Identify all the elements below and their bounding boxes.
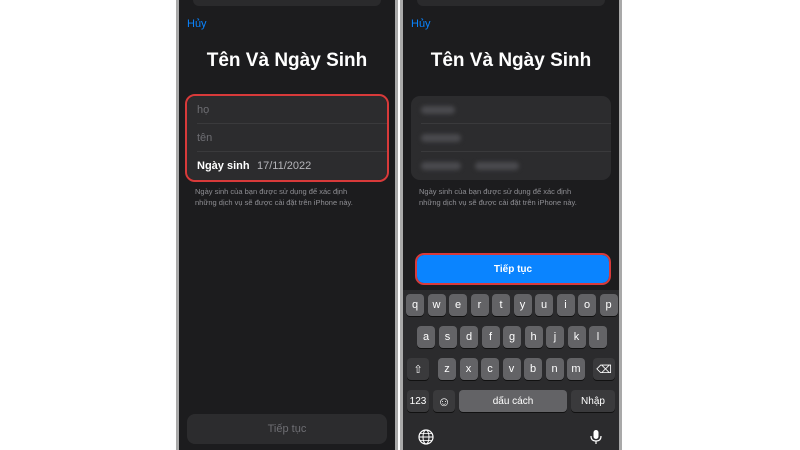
status-bar: [193, 0, 381, 6]
page-title: Tên Và Ngày Sinh: [430, 50, 592, 71]
key-b[interactable]: b: [524, 358, 542, 380]
key-m[interactable]: m: [567, 358, 585, 380]
key-q[interactable]: q: [406, 294, 424, 316]
key-w[interactable]: w: [427, 294, 446, 316]
key-l[interactable]: l: [589, 326, 607, 348]
continue-button-disabled[interactable]: Tiếp tục: [187, 414, 387, 444]
key-h[interactable]: h: [524, 326, 543, 348]
key-v[interactable]: v: [502, 358, 521, 380]
key-x[interactable]: x: [459, 358, 478, 380]
status-bar: [417, 0, 605, 6]
key-p[interactable]: p: [599, 294, 618, 316]
right-phone-screen: Hủy Tên Và Ngày Sinh Ngày sinh của bạn đ…: [400, 0, 622, 450]
cancel-button[interactable]: Hủy: [187, 18, 207, 30]
note-line-1: Ngày sinh của bạn được sử dụng để xác đị…: [419, 187, 572, 196]
name-birthday-form: [411, 96, 611, 180]
note-line-2: những dịch vụ sẽ được cài đặt trên iPhon…: [419, 198, 577, 207]
birthday-note: Ngày sinh của bạn được sử dụng để xác đị…: [419, 186, 603, 208]
key-n[interactable]: n: [545, 358, 564, 380]
blurred-first-name: [421, 133, 461, 142]
numbers-key[interactable]: 123: [407, 390, 429, 412]
space-key[interactable]: dấu cách: [459, 390, 567, 412]
continue-highlight-frame: [415, 253, 611, 285]
on-screen-keyboard: qwertyuiop asdfghjkl zxcvbnm ⇧ ⌫ 123 ☺ d…: [403, 290, 619, 450]
key-a[interactable]: a: [417, 326, 435, 348]
key-g[interactable]: g: [503, 326, 521, 348]
key-t[interactable]: t: [492, 294, 510, 316]
key-k[interactable]: k: [567, 326, 586, 348]
key-e[interactable]: e: [449, 294, 467, 316]
globe-icon[interactable]: [417, 428, 435, 446]
shift-key[interactable]: ⇧: [407, 358, 429, 380]
first-name-field-filled[interactable]: [421, 124, 611, 152]
microphone-icon[interactable]: [587, 428, 605, 446]
key-f[interactable]: f: [481, 326, 500, 348]
page-title: Tên Và Ngày Sinh: [206, 50, 368, 71]
key-o[interactable]: o: [578, 294, 596, 316]
form-highlight-frame: [185, 94, 389, 182]
key-s[interactable]: s: [438, 326, 457, 348]
delete-key[interactable]: ⌫: [593, 358, 615, 380]
emoji-key[interactable]: ☺: [433, 390, 455, 412]
birthday-note: Ngày sinh của bạn được sử dụng để xác đị…: [195, 186, 379, 208]
microphone-icon-svg: [590, 430, 602, 444]
key-r[interactable]: r: [470, 294, 489, 316]
globe-icon-svg: [418, 429, 434, 445]
key-u[interactable]: u: [535, 294, 553, 316]
blurred-birthday-label: [421, 162, 461, 170]
blurred-birthday-value: [475, 162, 519, 170]
note-line-1: Ngày sinh của bạn được sử dụng để xác đị…: [195, 187, 348, 196]
birthday-field-filled[interactable]: [421, 152, 611, 180]
key-c[interactable]: c: [481, 358, 499, 380]
cancel-button[interactable]: Hủy: [411, 18, 431, 30]
key-y[interactable]: y: [513, 294, 532, 316]
key-j[interactable]: j: [546, 326, 564, 348]
key-d[interactable]: d: [460, 326, 478, 348]
key-z[interactable]: z: [438, 358, 456, 380]
last-name-field-filled[interactable]: [421, 96, 611, 124]
left-phone-screen: Hủy Tên Và Ngày Sinh họ tên Ngày sinh 17…: [176, 0, 398, 450]
note-line-2: những dịch vụ sẽ được cài đặt trên iPhon…: [195, 198, 353, 207]
key-i[interactable]: i: [556, 294, 575, 316]
return-key[interactable]: Nhập: [571, 390, 615, 412]
blurred-last-name: [421, 105, 455, 114]
